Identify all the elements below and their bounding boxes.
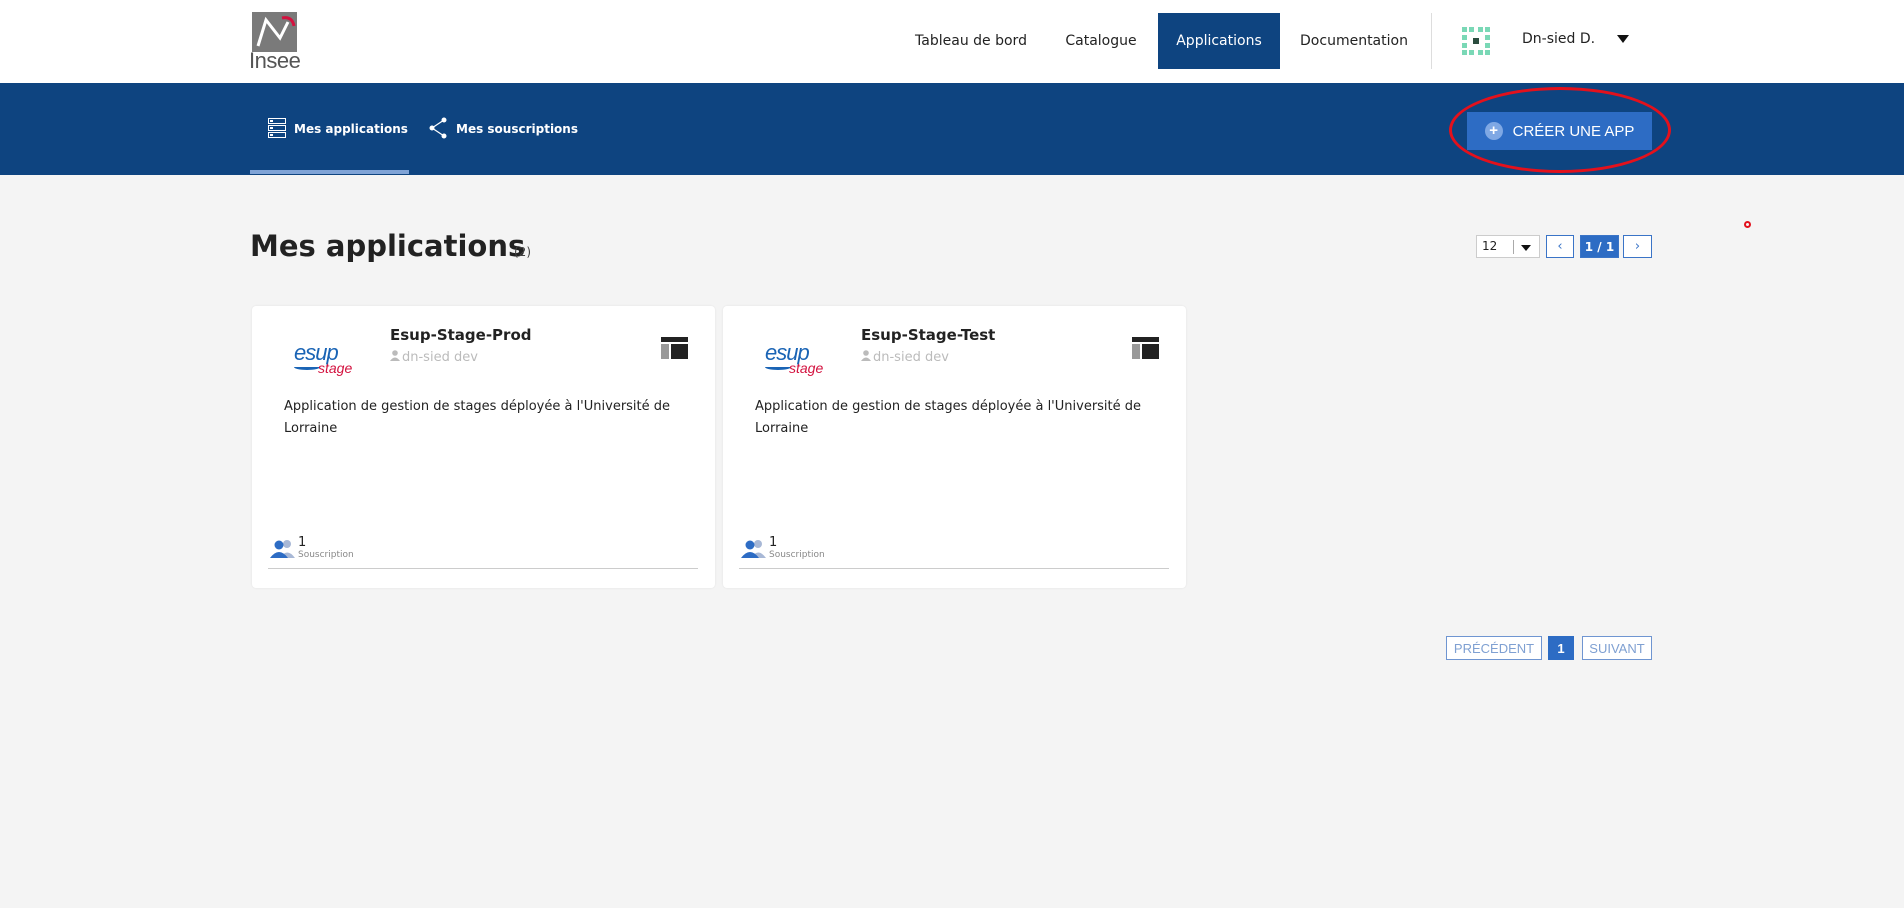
subscription-label: Souscription — [298, 550, 354, 560]
subscription-label: Souscription — [769, 550, 825, 560]
insee-logo[interactable]: Insee — [249, 12, 307, 73]
per-page-select[interactable]: 12 — [1476, 235, 1540, 258]
app-name[interactable]: Esup-Stage-Prod — [390, 326, 531, 344]
esup-stage-logo: esup stage — [765, 340, 827, 378]
logo-sub-text: stage — [789, 360, 824, 376]
layout-icon[interactable] — [661, 337, 688, 359]
app-name[interactable]: Esup-Stage-Test — [861, 326, 995, 344]
share-icon — [428, 117, 448, 142]
page-title: Mes applications — [250, 229, 526, 263]
nav-applications[interactable]: Applications — [1158, 13, 1280, 69]
users-icon — [270, 538, 295, 558]
prev-page-button[interactable]: ‹ — [1546, 235, 1574, 258]
app-description: Application de gestion de stages déployé… — [284, 399, 671, 436]
app-owner-text: dn-sied dev — [402, 350, 478, 365]
nav-documentation[interactable]: Documentation — [1288, 13, 1420, 69]
logo-wave — [765, 364, 791, 370]
nav-tableau-de-bord[interactable]: Tableau de bord — [901, 13, 1041, 69]
logo-text: Insee — [249, 48, 301, 73]
top-header: Insee Tableau de bord Catalogue Applicat… — [0, 0, 1904, 83]
app-owner-text: dn-sied dev — [873, 350, 949, 365]
card-divider — [268, 568, 698, 569]
person-icon — [390, 350, 400, 365]
layout-icon[interactable] — [1132, 337, 1159, 359]
page-1-button[interactable]: 1 — [1548, 636, 1574, 660]
per-page-value: 12 — [1482, 239, 1498, 253]
logo-mark-icon — [252, 12, 297, 52]
app-card[interactable]: esup stage Esup-Stage-Prod dn-sied dev A… — [252, 306, 715, 588]
subscription-count: 1 — [769, 535, 778, 550]
esup-stage-logo: esup stage — [294, 340, 356, 378]
nav-catalogue[interactable]: Catalogue — [1050, 13, 1152, 69]
tab-mes-applications[interactable]: Mes applications — [268, 83, 408, 175]
user-menu-caret-icon[interactable] — [1617, 35, 1629, 43]
active-tab-indicator — [250, 170, 409, 174]
person-icon — [861, 350, 871, 365]
marker-dot-annotation — [1744, 221, 1751, 228]
tab-mes-souscriptions-label: Mes souscriptions — [456, 122, 578, 136]
app-count: (2) — [514, 245, 531, 259]
user-name[interactable]: Dn-sied D. — [1522, 31, 1595, 47]
card-divider — [739, 568, 1169, 569]
tab-mes-souscriptions[interactable]: Mes souscriptions — [428, 83, 578, 175]
header-divider — [1431, 13, 1432, 69]
next-page-button-bottom[interactable]: SUIVANT — [1582, 636, 1652, 660]
app-owner: dn-sied dev — [390, 350, 478, 365]
app-card[interactable]: esup stage Esup-Stage-Test dn-sied dev A… — [723, 306, 1186, 588]
previous-page-button[interactable]: PRÉCÉDENT — [1446, 636, 1542, 660]
app-owner: dn-sied dev — [861, 350, 949, 365]
avatar-icon[interactable] — [1462, 27, 1490, 55]
next-page-button[interactable]: › — [1623, 235, 1652, 258]
users-icon — [741, 538, 766, 558]
logo-wave — [294, 364, 320, 370]
chevron-down-icon — [1521, 245, 1531, 251]
logo-sub-text: stage — [318, 360, 353, 376]
select-divider — [1513, 240, 1514, 254]
subscription-count: 1 — [298, 535, 307, 550]
page-indicator: 1 / 1 — [1580, 235, 1619, 258]
app-description: Application de gestion de stages déployé… — [755, 399, 1142, 436]
tab-mes-applications-label: Mes applications — [294, 122, 408, 136]
server-icon — [268, 117, 286, 141]
highlight-ellipse-annotation — [1449, 87, 1671, 173]
